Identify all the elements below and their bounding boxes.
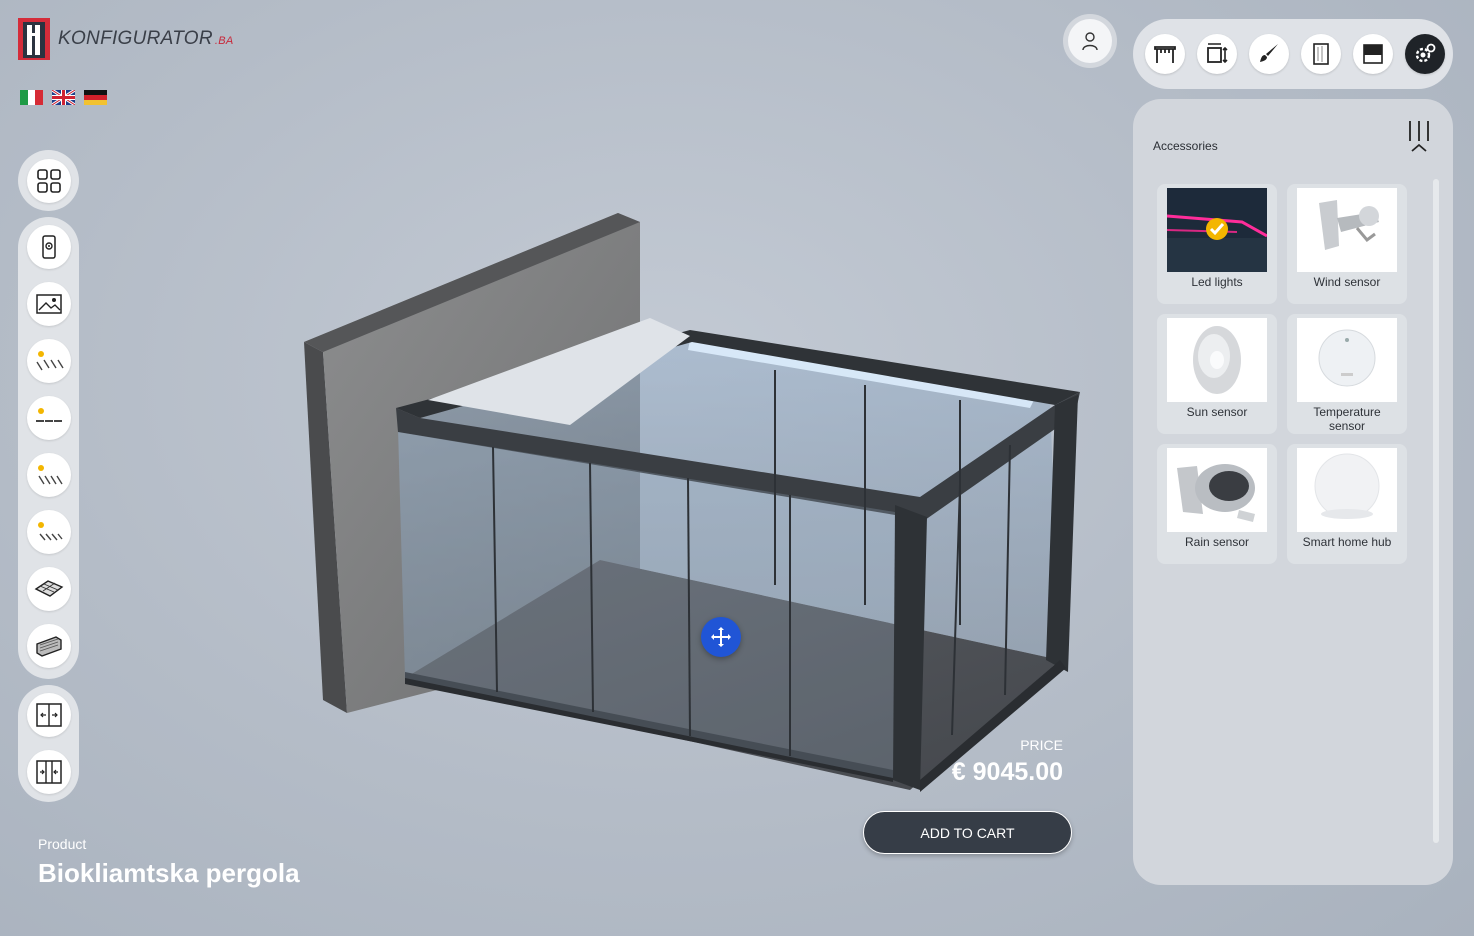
accessories-grid: Led lights Wind sensor Sun sensor Temper… <box>1157 184 1407 564</box>
shade-screen-icon <box>1363 44 1383 64</box>
price-display: PRICE € 9045.00 <box>952 737 1063 787</box>
add-to-cart-button[interactable]: ADD TO CART <box>863 811 1072 854</box>
pergola-frame-icon <box>1154 46 1176 63</box>
louvers-half-button[interactable] <box>26 453 71 497</box>
left-menu-top <box>18 150 79 211</box>
ar-view-button[interactable] <box>26 225 71 269</box>
accessory-smart-home-hub[interactable]: Smart home hub <box>1287 444 1407 564</box>
accessory-temperature-sensor[interactable]: Temperature sensor <box>1287 314 1407 434</box>
louvers-flat-icon <box>35 408 62 422</box>
rain-sensor-thumbnail <box>1167 448 1267 532</box>
temperature-sensor-thumbnail <box>1297 318 1397 402</box>
user-icon <box>1082 32 1098 51</box>
louvers-closed-button[interactable] <box>26 510 71 554</box>
accessory-sun-sensor[interactable]: Sun sensor <box>1157 314 1277 434</box>
glass-panel-icon <box>1313 43 1329 65</box>
move-arrows-icon <box>711 627 731 647</box>
paint-brush-icon <box>1260 44 1278 62</box>
background-image-icon <box>35 294 62 314</box>
louvers-half-icon <box>37 465 63 485</box>
product-caption: Product Biokliamtska pergola <box>38 836 300 889</box>
accessory-led-lights[interactable]: Led lights <box>1157 184 1277 304</box>
settings-tool[interactable] <box>1405 34 1445 74</box>
left-options-rail <box>18 217 79 679</box>
grid-menu-icon <box>36 168 61 193</box>
wall-panel-icon <box>35 636 62 657</box>
settings-gear-icon <box>1415 43 1436 63</box>
doors-close-button[interactable] <box>26 750 71 794</box>
dimensions-icon <box>1207 43 1228 64</box>
led-lights-thumbnail <box>1167 188 1267 272</box>
grid-menu-button[interactable] <box>26 158 71 203</box>
panel-scrollbar[interactable] <box>1433 179 1439 843</box>
glass-tool[interactable] <box>1301 34 1341 74</box>
doors-open-icon <box>35 703 62 727</box>
floor-panel-button[interactable] <box>26 567 71 611</box>
move-handle[interactable] <box>701 617 741 657</box>
collapse-panel-icon[interactable] <box>1406 119 1432 155</box>
price-value: € 9045.00 <box>951 758 1063 786</box>
left-door-rail <box>18 685 79 802</box>
louvers-flat-button[interactable] <box>26 396 71 440</box>
sun-sensor-thumbnail <box>1167 318 1267 402</box>
accessories-panel: Accessories Led lights Wind sensor Sun s… <box>1133 99 1453 885</box>
louvers-open-icon <box>35 351 64 371</box>
top-toolbar <box>1133 19 1453 89</box>
wall-panel-button[interactable] <box>26 624 71 668</box>
product-label: Product <box>38 836 87 852</box>
panel-title: Accessories <box>1153 139 1218 153</box>
background-image-button[interactable] <box>26 282 71 326</box>
smart-home-hub-thumbnail <box>1297 448 1397 532</box>
doors-open-button[interactable] <box>26 693 71 737</box>
doors-close-icon <box>35 760 62 784</box>
accessory-rain-sensor[interactable]: Rain sensor <box>1157 444 1277 564</box>
louvers-closed-icon <box>37 522 63 541</box>
dimensions-tool[interactable] <box>1197 34 1237 74</box>
wind-sensor-thumbnail <box>1297 188 1397 272</box>
floor-panel-icon <box>34 580 63 597</box>
louvers-open-button[interactable] <box>26 339 71 383</box>
accessory-wind-sensor[interactable]: Wind sensor <box>1287 184 1407 304</box>
product-name: Biokliamtska pergola <box>38 858 300 888</box>
price-label: PRICE <box>1020 737 1063 753</box>
color-tool[interactable] <box>1249 34 1289 74</box>
ar-view-icon <box>41 235 56 259</box>
pergola-frame-tool[interactable] <box>1145 34 1185 74</box>
user-account-button[interactable] <box>1068 19 1112 63</box>
shade-tool[interactable] <box>1353 34 1393 74</box>
